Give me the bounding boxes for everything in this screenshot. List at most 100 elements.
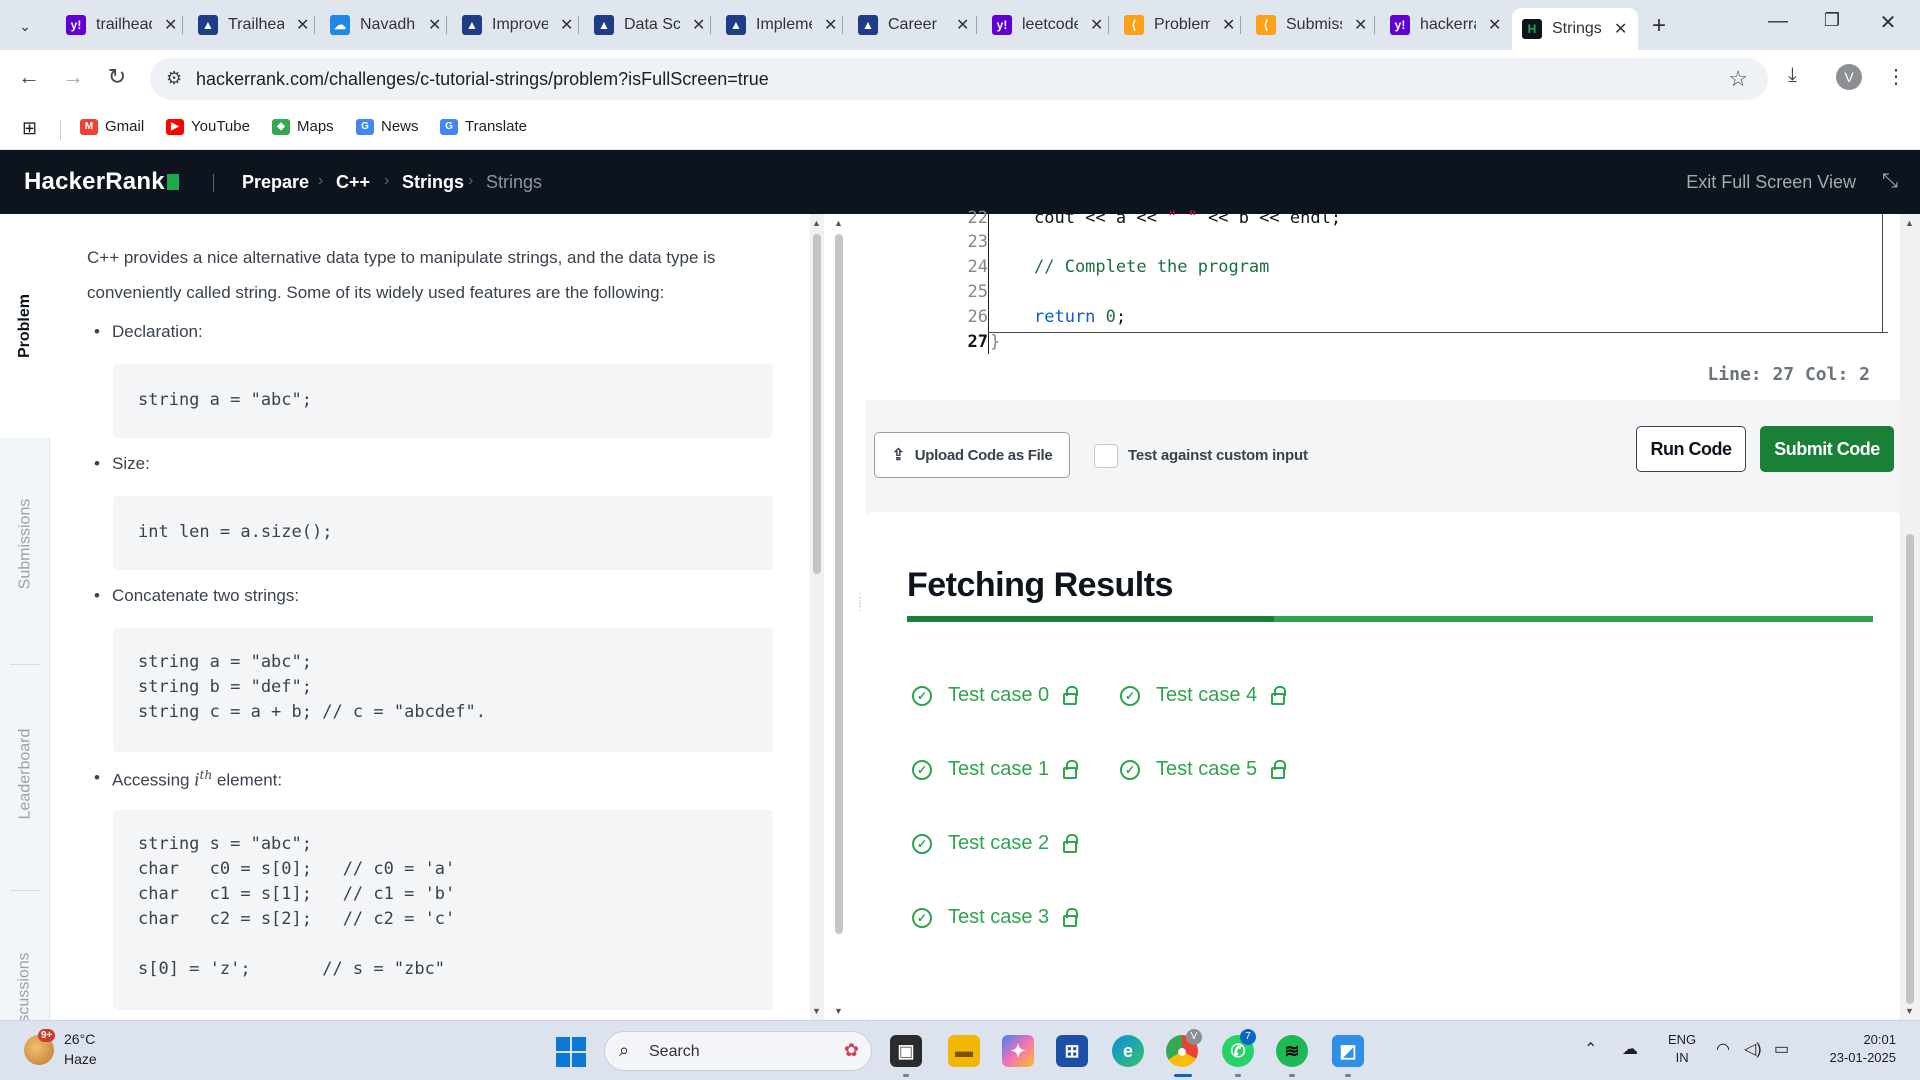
bookmark-youtube[interactable]: ▶ YouTube	[166, 118, 250, 135]
test-case-3[interactable]: ✓ Test case 3	[912, 906, 1079, 929]
leetcode-icon: ⟨	[1256, 15, 1276, 35]
language-indicator[interactable]: ENG IN	[1668, 1031, 1696, 1067]
code-editor[interactable]: 22 23 24 25 26 27 cout << a << " " << b …	[866, 208, 1900, 400]
collapse-icon[interactable]: ⤡	[1882, 170, 1898, 193]
custom-input-checkbox[interactable]	[1094, 444, 1118, 468]
breadcrumb-cpp[interactable]: C++	[336, 172, 370, 193]
onedrive-icon[interactable]: ☁	[1622, 1039, 1638, 1059]
volume-icon[interactable]: ◁)	[1744, 1039, 1762, 1059]
bookmark-star-icon[interactable]: ☆	[1728, 66, 1748, 92]
close-tab-icon[interactable]: ✕	[956, 15, 969, 35]
submit-code-button[interactable]: Submit Code	[1760, 426, 1894, 472]
battery-icon[interactable]: ▭	[1774, 1039, 1789, 1059]
close-tab-icon[interactable]: ✕	[296, 15, 309, 35]
tab-leaderboard[interactable]: Leaderboard	[0, 684, 50, 864]
scroll-up-icon[interactable]: ▲	[812, 218, 821, 228]
scroll-down-icon[interactable]: ▼	[812, 1006, 821, 1016]
browser-tab[interactable]: ▲ Data Science ✕	[584, 8, 715, 42]
weather-temperature[interactable]: 26°C	[64, 1031, 95, 1047]
close-tab-icon[interactable]: ✕	[692, 15, 705, 35]
breadcrumb-strings-section[interactable]: Strings	[402, 172, 464, 193]
forward-icon[interactable]: →	[58, 64, 88, 90]
back-icon[interactable]: ←	[14, 64, 44, 90]
browser-tab-active[interactable]: H Strings ✕	[1512, 8, 1638, 50]
wifi-icon[interactable]: ◠	[1716, 1039, 1730, 1059]
pane-resize-handle[interactable]: ⋮ ⋮ ⋮	[855, 593, 865, 613]
taskbar-search[interactable]: ⌕ Search ✿	[604, 1031, 872, 1071]
close-tab-icon[interactable]: ✕	[428, 15, 441, 35]
browser-tab[interactable]: ☁ Navadhiti ✕	[320, 8, 451, 42]
browser-tab[interactable]: y! leetcode ✕	[982, 8, 1113, 42]
breadcrumb-prepare[interactable]: Prepare	[242, 172, 309, 193]
tab-search-button[interactable]: ⌄	[12, 13, 38, 39]
upload-code-button[interactable]: ⇪ Upload Code as File	[874, 432, 1070, 478]
spotify-icon[interactable]: ≋	[1276, 1035, 1308, 1067]
download-icon[interactable]: ⤓	[1788, 64, 1797, 87]
close-tab-icon[interactable]: ✕	[1090, 15, 1103, 35]
browser-tab[interactable]: ▲ Implement ✕	[716, 8, 847, 42]
youtube-icon: ▶	[166, 118, 184, 135]
problem-scrollbar[interactable]: ▲ ▼	[810, 214, 824, 1020]
close-window-icon[interactable]: ✕	[1868, 10, 1908, 35]
lock-icon	[1063, 685, 1079, 705]
minimize-icon[interactable]: —	[1758, 10, 1798, 33]
copilot-icon[interactable]: ✦	[1002, 1035, 1034, 1067]
close-tab-icon[interactable]: ✕	[824, 15, 837, 35]
scroll-up-icon[interactable]: ▲	[834, 218, 843, 228]
close-tab-icon[interactable]: ✕	[1488, 15, 1501, 35]
bookmark-maps[interactable]: ◆ Maps	[272, 118, 334, 135]
close-tab-icon[interactable]: ✕	[1222, 15, 1235, 35]
test-case-4[interactable]: ✓ Test case 4	[1120, 684, 1287, 707]
page-scrollbar[interactable]: ▲ ▼	[1900, 214, 1920, 1020]
scrollbar-thumb[interactable]	[813, 234, 821, 574]
scrollbar-thumb[interactable]	[835, 234, 843, 934]
scrollbar-thumb[interactable]	[1906, 534, 1914, 1004]
close-tab-icon[interactable]: ✕	[560, 15, 573, 35]
browser-tab[interactable]: y! hackerrank ✕	[1380, 8, 1511, 42]
close-tab-icon[interactable]: ✕	[1614, 19, 1627, 39]
tab-submissions[interactable]: Submissions	[0, 454, 50, 634]
test-case-5[interactable]: ✓ Test case 5	[1120, 758, 1287, 781]
run-code-button[interactable]: Run Code	[1636, 426, 1746, 472]
tab-problem[interactable]: Problem	[0, 214, 50, 438]
browser-tab[interactable]: ▲ Trailhead ✕	[188, 8, 319, 42]
apps-grid-icon[interactable]: ⊞	[22, 118, 37, 139]
weather-condition[interactable]: Haze	[64, 1051, 97, 1067]
restore-icon[interactable]: ❐	[1812, 10, 1852, 31]
new-tab-button[interactable]: +	[1652, 12, 1666, 40]
site-settings-icon[interactable]: ⚙	[166, 68, 182, 89]
close-tab-icon[interactable]: ✕	[164, 15, 177, 35]
exit-fullscreen-link[interactable]: Exit Full Screen View	[1686, 172, 1856, 193]
test-case-1[interactable]: ✓ Test case 1	[912, 758, 1079, 781]
scroll-up-icon[interactable]: ▲	[1905, 218, 1914, 228]
windows-start-icon[interactable]	[556, 1037, 586, 1067]
reload-icon[interactable]: ↻	[102, 64, 132, 90]
scroll-down-icon[interactable]: ▼	[1905, 1006, 1914, 1016]
test-case-2[interactable]: ✓ Test case 2	[912, 832, 1079, 855]
scroll-down-icon[interactable]: ▼	[834, 1006, 843, 1016]
profile-avatar[interactable]: V	[1836, 64, 1862, 90]
url-text[interactable]: hackerrank.com/challenges/c-tutorial-str…	[196, 69, 769, 90]
browser-tab[interactable]: ⟨ Problem ✕	[1114, 8, 1245, 42]
file-explorer-icon[interactable]: ▬	[948, 1035, 980, 1067]
tray-overflow-icon[interactable]: ⌃	[1584, 1039, 1597, 1059]
custom-input-label[interactable]: Test against custom input	[1128, 447, 1308, 464]
hackerrank-logo[interactable]: HackerRank	[24, 168, 179, 196]
edge-icon[interactable]: e	[1112, 1035, 1144, 1067]
browser-tab[interactable]: ⟨ Submission ✕	[1246, 8, 1377, 42]
problem-outer-scrollbar[interactable]: ▲ ▼	[832, 214, 846, 1020]
task-view-icon[interactable]: ▣	[890, 1035, 922, 1067]
browser-tab[interactable]: ▲ Improve ✕	[452, 8, 583, 42]
microsoft-store-icon[interactable]: ⊞	[1056, 1035, 1088, 1067]
browser-tab[interactable]: y! trailhead ✕	[56, 8, 187, 42]
close-tab-icon[interactable]: ✕	[1354, 15, 1367, 35]
bookmark-translate[interactable]: G Translate	[440, 118, 527, 135]
test-case-0[interactable]: ✓ Test case 0	[912, 684, 1079, 707]
photos-icon[interactable]: ◩	[1332, 1035, 1364, 1067]
system-clock[interactable]: 20:01 23-01-2025	[1808, 1031, 1897, 1067]
chrome-menu-icon[interactable]: ⋮	[1886, 64, 1906, 89]
bookmark-gmail[interactable]: M Gmail	[80, 118, 144, 135]
browser-tab[interactable]: ▲ Career ✕	[848, 8, 979, 42]
url-omnibox[interactable]: ⚙ hackerrank.com/challenges/c-tutorial-s…	[150, 58, 1768, 100]
bookmark-news[interactable]: G News	[356, 118, 419, 135]
